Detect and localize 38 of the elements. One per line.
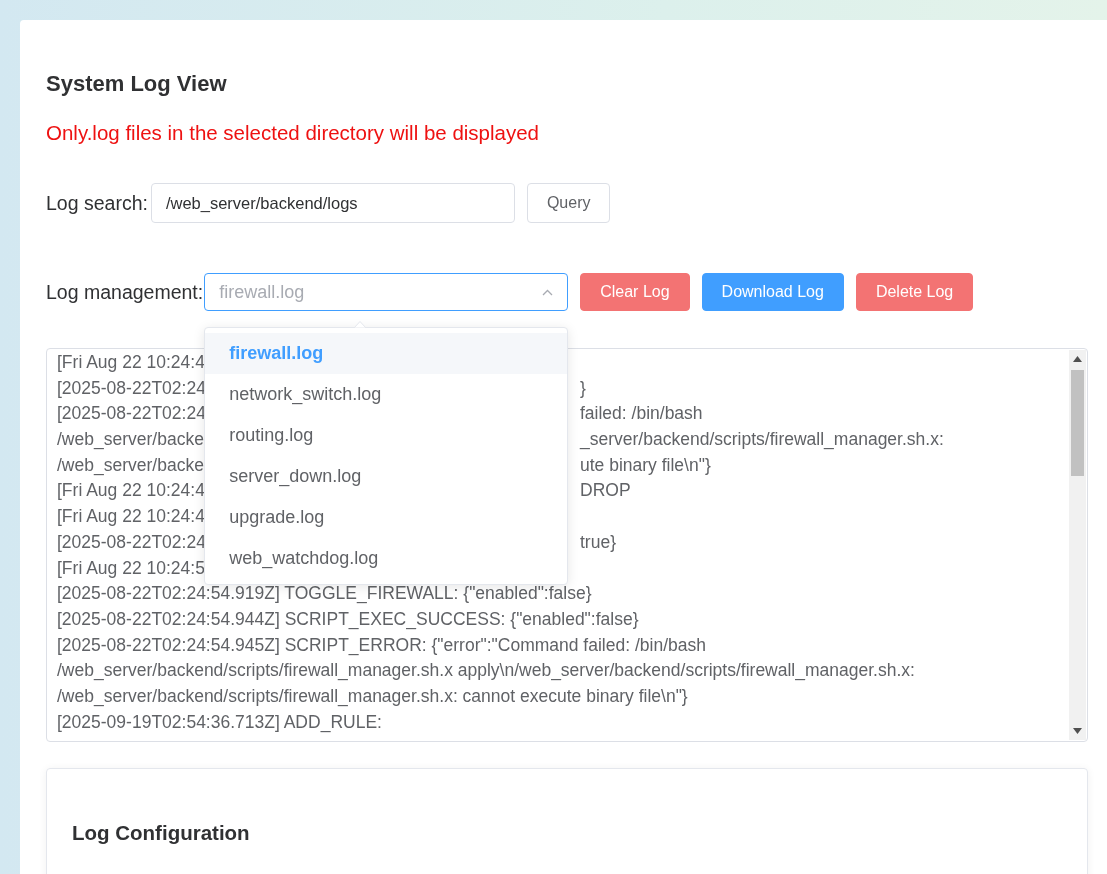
log-line: [2025-09-19T02:54:36.713Z] ADD_RULE: <box>57 710 382 735</box>
scroll-down-icon[interactable] <box>1073 728 1082 734</box>
dropdown-option[interactable]: upgrade.log <box>205 497 568 538</box>
section-title: Log Configuration <box>72 821 251 845</box>
dropdown-option[interactable]: web_watchdog.log <box>205 538 568 579</box>
log-line: [Fri Aug 22 10:24:5 <box>57 556 205 580</box>
log-line: _server/backend/scripts/firewall_manager.sh.x: <box>580 428 944 452</box>
log-line: [Fri Aug 22 10:24:4 <box>57 479 205 503</box>
field-label: Log management: <box>46 280 204 304</box>
caret-icon <box>542 288 554 296</box>
log-line: DROP <box>580 479 631 503</box>
dropdown-option[interactable]: network_switch.log <box>205 374 568 415</box>
field-label: Log search: <box>46 191 148 215</box>
log-line: true} <box>580 530 616 554</box>
scrollbar[interactable] <box>1069 350 1086 740</box>
dropdown-option[interactable]: routing.log <box>205 415 568 456</box>
log-line: ute binary file\n"} <box>580 453 711 477</box>
log-line: [Fri Aug 22 10:24:4 <box>57 351 205 374</box>
log-line: [2025-08-22T02:24 <box>57 530 206 554</box>
scroll-up-icon[interactable] <box>1073 356 1082 362</box>
page-title: System Log View <box>46 72 228 96</box>
log-line: failed: /bin/bash <box>580 402 703 426</box>
log-line: /web_server/backend/scripts/firewall_manager.sh.x: cannot execute binary file\n"} <box>57 684 688 709</box>
log-line: [2025-08-22T02:24 <box>57 376 206 400</box>
log-line: [2025-08-22T02:24:54.919Z] TOGGLE_FIREWALL: {"enabled":false} <box>57 582 592 606</box>
query-button[interactable]: Query <box>526 183 611 223</box>
path-input-field[interactable]: /web_server/backend/logs <box>150 183 515 223</box>
log-line: /web_server/backe <box>57 453 204 478</box>
log-line: [2025-08-22T02:24:54.944Z] SCRIPT_EXEC_SUCCESS: {"enabled":false} <box>57 607 639 632</box>
notice-text: Only.log files in the selected directory will be displayed <box>46 121 540 145</box>
dropdown-option[interactable]: server_down.log <box>205 456 568 497</box>
log-line: [2025-08-22T02:24 <box>57 402 206 426</box>
log-line: [Fri Aug 22 10:24:4 <box>57 505 205 529</box>
log-line: /web_server/backend/scripts/firewall_manager.sh.x apply\n/web_server/backend/scripts/firewall_manager.sh.x: <box>57 659 915 683</box>
log-line: } <box>580 376 586 400</box>
log-line: /web_server/backe <box>57 428 204 452</box>
log-line: [2025-08-22T02:24:54.945Z] SCRIPT_ERROR: {"error":"Command failed: /bin/bash <box>57 633 706 658</box>
scroll-thumb[interactable] <box>1071 370 1084 476</box>
